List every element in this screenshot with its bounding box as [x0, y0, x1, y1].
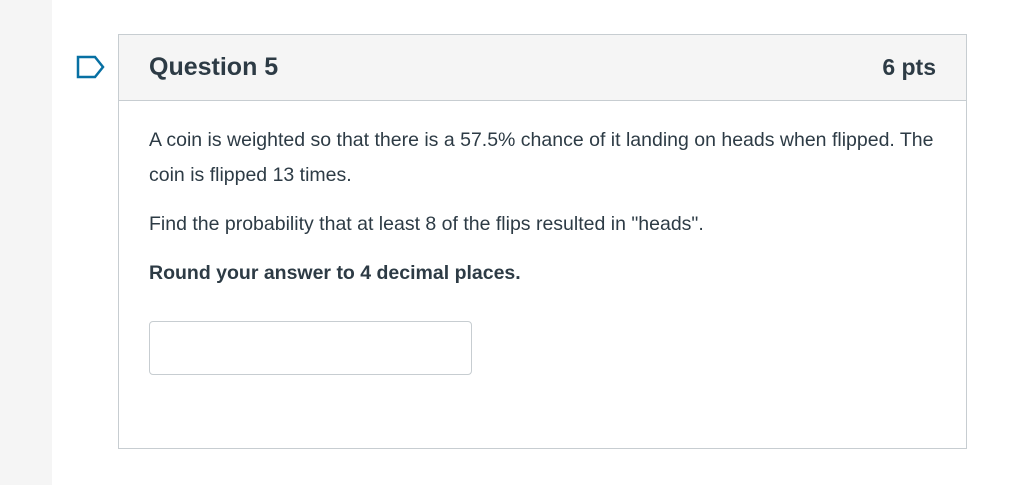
question-card: Question 5 6 pts A coin is weighted so t…	[118, 34, 967, 449]
question-paragraph: A coin is weighted so that there is a 57…	[149, 129, 934, 186]
question-header: Question 5 6 pts	[119, 35, 966, 101]
flag-outline-icon	[76, 55, 105, 79]
question-text: A coin is weighted so that there is a 57…	[149, 123, 936, 291]
flag-question-icon[interactable]	[76, 55, 106, 79]
left-gutter	[0, 0, 52, 485]
question-paragraph: Find the probability that at least 8 of …	[149, 213, 704, 235]
question-instruction: Round your answer to 4 decimal places.	[149, 262, 521, 284]
answer-input[interactable]	[149, 321, 472, 375]
question-body: A coin is weighted so that there is a 57…	[119, 101, 966, 375]
question-title: Question 5	[149, 53, 279, 81]
question-points: 6 pts	[882, 54, 936, 80]
